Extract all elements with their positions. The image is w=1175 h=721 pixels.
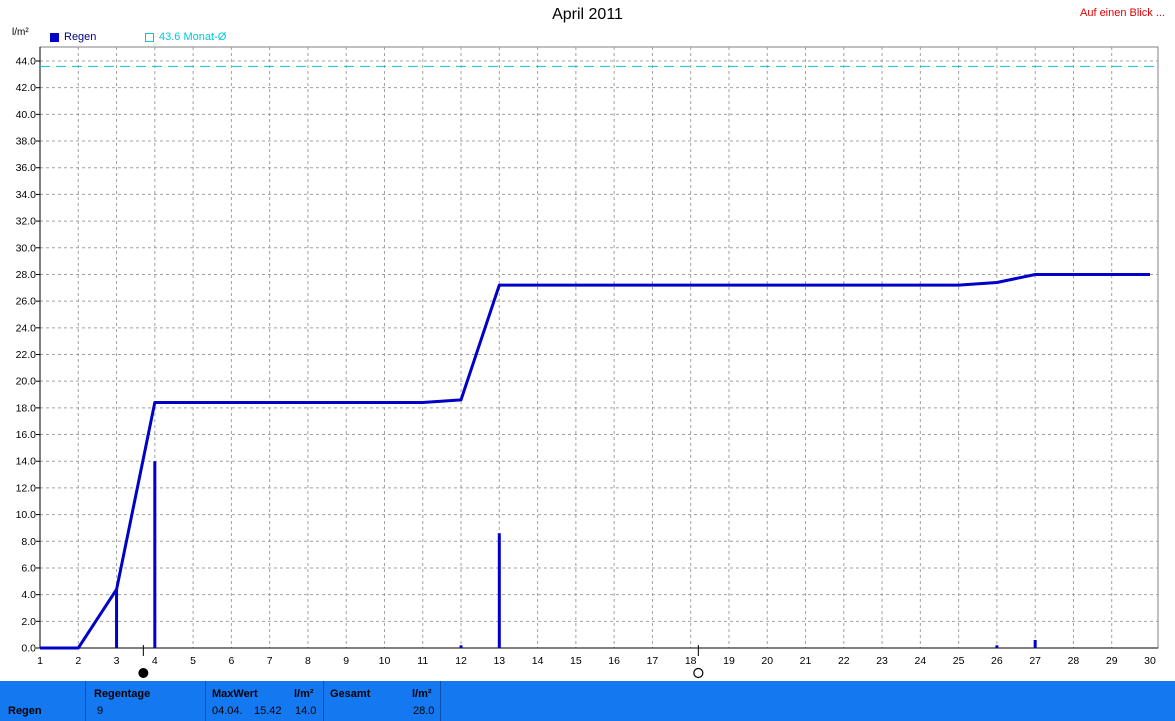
x-tick-label: 29 <box>1106 655 1118 667</box>
max-value-date: 04.04. <box>212 705 243 717</box>
y-tick-label: 12.0 <box>16 482 37 494</box>
rain-days-cell: Regentage 9 <box>86 681 206 721</box>
y-tick-label: 34.0 <box>16 189 37 201</box>
y-tick-label: 16.0 <box>16 429 37 441</box>
rain-chart: 0.0 2.0 4.0 6.0 8.0 10.0 12.0 14.0 16.0 18.0 20.0 2… <box>16 46 1159 679</box>
x-tick-label: 21 <box>800 655 812 667</box>
y-tick-label: 6.0 <box>21 562 36 574</box>
total-value: 28.0 <box>413 705 435 717</box>
x-tick-label: 24 <box>915 655 927 667</box>
rain-days-value: 9 <box>97 705 104 717</box>
y-tick-label: 4.0 <box>21 589 36 601</box>
x-tick-label: 3 <box>114 655 120 667</box>
x-tick-label: 9 <box>343 655 349 667</box>
y-tick-label: 2.0 <box>21 616 36 628</box>
y-tick-label: 42.0 <box>16 82 37 94</box>
y-tick-label: 30.0 <box>16 242 37 254</box>
x-tick-label: 18 <box>685 655 697 667</box>
max-value-header: MaxWert <box>212 688 258 700</box>
x-tick-label: 6 <box>228 655 234 667</box>
max-value-amount: 14.0 <box>295 705 317 717</box>
max-value-time: 15.42 <box>254 705 282 717</box>
x-tick-label: 20 <box>761 655 773 667</box>
y-tick-label: 40.0 <box>16 109 37 121</box>
summary-row-label-cell: Regen <box>0 681 86 721</box>
x-tick-label: 12 <box>455 655 467 667</box>
y-tick-label: 10.0 <box>16 509 37 521</box>
x-tick-label: 2 <box>75 655 81 667</box>
y-tick-label: 28.0 <box>16 269 37 281</box>
y-tick-label: 8.0 <box>21 536 36 548</box>
x-tick-label: 15 <box>570 655 582 667</box>
x-tick-label: 17 <box>647 655 659 667</box>
x-tick-label: 4 <box>152 655 158 667</box>
x-tick-label: 19 <box>723 655 735 667</box>
x-tick-label: 22 <box>838 655 850 667</box>
plot-area <box>39 46 1159 649</box>
rain-days-header: Regentage <box>94 688 151 700</box>
y-tick-label: 32.0 <box>16 216 37 228</box>
x-tick-label: 13 <box>493 655 505 667</box>
y-tick-label: 20.0 <box>16 376 37 388</box>
x-tick-label: 11 <box>417 655 428 667</box>
y-tick-label: 0.0 <box>21 643 36 655</box>
x-tick-label: 10 <box>379 655 391 667</box>
x-tick-label: 28 <box>1068 655 1080 667</box>
max-value-unit: l/m² <box>294 688 314 700</box>
x-tick-label: 26 <box>991 655 1003 667</box>
y-tick-label: 44.0 <box>16 56 37 68</box>
y-tick-label: 36.0 <box>16 162 37 174</box>
x-tick-label: 30 <box>1144 655 1156 667</box>
max-value-cell: MaxWert l/m² 04.04. 15.42 14.0 <box>206 681 324 721</box>
y-tick-label: 38.0 <box>16 136 37 148</box>
total-header: Gesamt <box>330 688 371 700</box>
x-tick-label: 23 <box>876 655 888 667</box>
summary-bar: Regen Regentage 9 MaxWert l/m² 04.04. 15… <box>0 681 1175 721</box>
summary-row-label: Regen <box>8 705 42 717</box>
y-tick-label: 18.0 <box>16 402 37 414</box>
y-tick-label: 22.0 <box>16 349 37 361</box>
x-tick-label: 14 <box>532 655 544 667</box>
x-tick-label: 1 <box>37 655 43 667</box>
x-tick-label: 8 <box>305 655 311 667</box>
x-tick-label: 16 <box>608 655 620 667</box>
x-tick-label: 27 <box>1029 655 1041 667</box>
y-tick-label: 14.0 <box>16 456 37 468</box>
total-unit: l/m² <box>412 688 432 700</box>
x-tick-label: 25 <box>953 655 965 667</box>
total-cell: Gesamt l/m² 28.0 <box>324 681 441 721</box>
y-tick-label: 24.0 <box>16 322 37 334</box>
new-moon-icon <box>138 668 149 678</box>
x-tick-label: 5 <box>190 655 196 667</box>
y-tick-label: 26.0 <box>16 296 37 308</box>
full-moon-icon <box>693 667 704 679</box>
x-tick-label: 7 <box>267 655 273 667</box>
